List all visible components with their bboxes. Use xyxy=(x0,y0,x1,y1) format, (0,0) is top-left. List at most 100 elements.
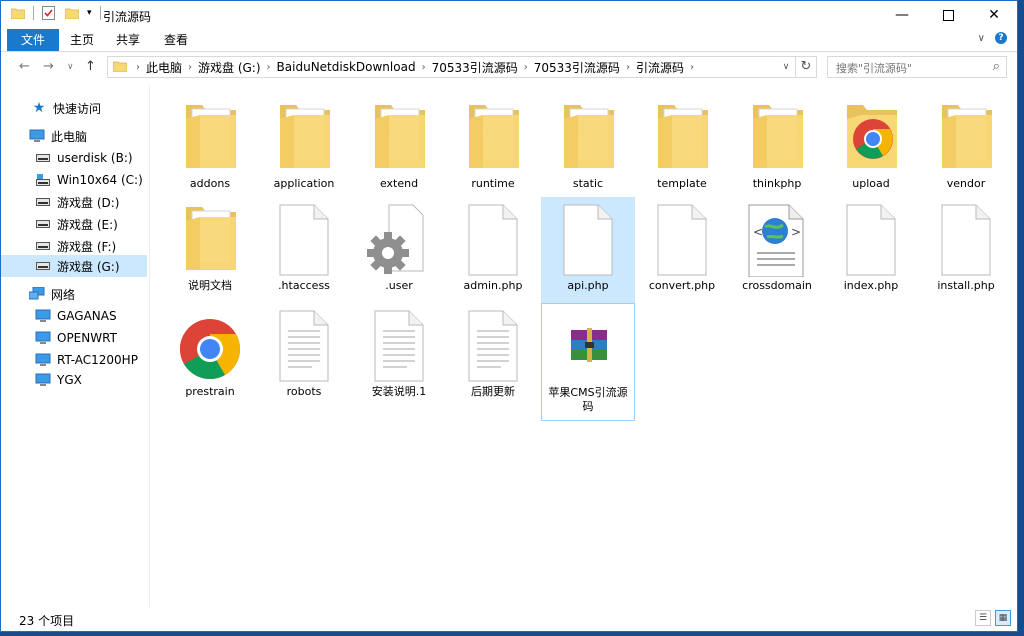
file-item[interactable]: 安装说明.1 xyxy=(352,303,446,409)
file-item[interactable]: static xyxy=(541,95,635,201)
file-item[interactable]: addons xyxy=(163,95,257,201)
file-item[interactable]: vendor xyxy=(919,95,1013,201)
chevron-right-icon[interactable]: › xyxy=(134,62,142,73)
file-name: api.php xyxy=(567,279,609,292)
address-bar[interactable]: › 此电脑 › 游戏盘 (G:) › BaiduNetdiskDownload … xyxy=(107,56,817,78)
settings-file-icon xyxy=(367,201,431,277)
svg-text:>: > xyxy=(791,225,801,239)
nav-item-drive-g[interactable]: 游戏盘 (G:) xyxy=(1,255,147,277)
explorer-window: ▾ 引流源码 — ✕ 文件 主页 共享 查看 ∨ ? ← → ∨ ↑ › 此电脑… xyxy=(0,0,1018,632)
nav-item-drive-f[interactable]: 游戏盘 (F:) xyxy=(1,235,147,257)
nav-item-this-pc[interactable]: 此电脑 xyxy=(1,125,147,147)
file-item[interactable]: admin.php xyxy=(446,197,540,303)
close-icon: ✕ xyxy=(988,7,1000,23)
file-name: 后期更新 xyxy=(471,385,515,398)
tab-share[interactable]: 共享 xyxy=(105,29,151,51)
large-icons-view-icon[interactable]: ▦ xyxy=(995,610,1011,626)
file-item[interactable]: thinkphp xyxy=(730,95,824,201)
file-item[interactable]: 后期更新 xyxy=(446,303,540,409)
expand-ribbon-icon[interactable]: ∨ xyxy=(978,33,985,44)
nav-item-label: 快速访问 xyxy=(53,101,102,116)
file-name: convert.php xyxy=(648,279,716,292)
nav-item-rt-ac1200hp[interactable]: RT-AC1200HP xyxy=(1,349,147,371)
chevron-right-icon[interactable]: › xyxy=(420,62,428,73)
file-item[interactable]: index.php xyxy=(824,197,918,303)
network-icon xyxy=(29,286,45,302)
close-button[interactable]: ✕ xyxy=(971,1,1017,29)
file-item[interactable]: 说明文档 xyxy=(163,197,257,303)
svg-text:<: < xyxy=(753,225,763,239)
properties-icon[interactable] xyxy=(42,6,55,20)
nav-item-quick-access[interactable]: ★ 快速访问 xyxy=(1,97,147,119)
breadcrumb-item[interactable]: 游戏盘 (G:) xyxy=(194,59,265,76)
file-item[interactable]: .user xyxy=(352,197,446,303)
recent-locations-icon[interactable]: ∨ xyxy=(67,62,74,72)
up-arrow-icon[interactable]: ↑ xyxy=(85,59,96,74)
file-item[interactable]: 苹果CMS引流源码 xyxy=(541,303,635,421)
file-name: thinkphp xyxy=(752,177,802,190)
nav-item-drive-c[interactable]: Win10x64 (C:) xyxy=(1,169,147,191)
file-name: admin.php xyxy=(463,279,523,292)
nav-item-drive-e[interactable]: 游戏盘 (E:) xyxy=(1,213,147,235)
breadcrumb-item[interactable]: 70533引流源码 xyxy=(530,59,624,76)
file-item[interactable]: template xyxy=(635,95,729,201)
chevron-down-icon[interactable]: ∨ xyxy=(777,62,795,72)
search-input[interactable] xyxy=(828,57,988,79)
file-name: runtime xyxy=(471,177,515,190)
maximize-button[interactable] xyxy=(925,1,971,29)
chevron-right-icon[interactable]: › xyxy=(265,62,273,73)
nav-item-drive-d[interactable]: 游戏盘 (D:) xyxy=(1,191,147,213)
help-icon[interactable]: ? xyxy=(995,32,1007,44)
file-item[interactable]: install.php xyxy=(919,197,1013,303)
folder-icon[interactable] xyxy=(11,7,25,19)
network-computer-icon xyxy=(35,330,51,346)
nav-item-gaganas[interactable]: GAGANAS xyxy=(1,305,147,327)
nav-item-openwrt[interactable]: OPENWRT xyxy=(1,327,147,349)
nav-item-drive-b[interactable]: userdisk (B:) xyxy=(1,147,147,169)
tab-file[interactable]: 文件 xyxy=(7,29,59,51)
file-name: vendor xyxy=(946,177,986,190)
file-item[interactable]: extend xyxy=(352,95,446,201)
file-item[interactable]: < > crossdomain xyxy=(730,197,824,303)
file-name: 苹果CMS引流源码 xyxy=(548,386,628,413)
breadcrumb-item[interactable]: 此电脑 xyxy=(142,59,186,76)
quick-access-toolbar: ▾ xyxy=(11,6,105,20)
text-file-icon xyxy=(461,307,525,383)
nav-item-label: YGX xyxy=(57,373,82,387)
file-item[interactable]: robots xyxy=(257,303,351,409)
file-item[interactable]: .htaccess xyxy=(257,197,351,303)
nav-item-network[interactable]: 网络 xyxy=(1,283,147,305)
breadcrumb-item[interactable]: BaiduNetdiskDownload xyxy=(273,60,420,74)
new-folder-icon[interactable] xyxy=(65,7,79,19)
forward-arrow-icon[interactable]: → xyxy=(43,59,54,74)
chevron-right-icon[interactable]: › xyxy=(522,62,530,73)
minimize-button[interactable]: — xyxy=(879,1,925,29)
nav-item-ygx[interactable]: YGX xyxy=(1,369,147,391)
folder-icon xyxy=(745,99,809,175)
chevron-right-icon[interactable]: › xyxy=(186,62,194,73)
chevron-right-icon[interactable]: › xyxy=(624,62,632,73)
blank-file-icon xyxy=(650,201,714,277)
breadcrumb-item[interactable]: 引流源码 xyxy=(632,59,688,76)
file-item[interactable]: runtime xyxy=(446,95,540,201)
winrar-archive-icon xyxy=(557,308,621,384)
folder-icon xyxy=(272,99,336,175)
file-item[interactable]: application xyxy=(257,95,351,201)
tab-home[interactable]: 主页 xyxy=(59,29,105,51)
file-item[interactable]: convert.php xyxy=(635,197,729,303)
file-item[interactable]: api.php xyxy=(541,197,635,303)
file-name: static xyxy=(572,177,604,190)
file-item[interactable]: prestrain xyxy=(163,303,257,409)
breadcrumb-item[interactable]: 70533引流源码 xyxy=(428,59,522,76)
system-drive-icon xyxy=(35,172,51,188)
details-view-icon[interactable]: ☰ xyxy=(975,610,991,626)
network-computer-icon xyxy=(35,352,51,368)
blank-file-icon xyxy=(839,201,903,277)
file-item[interactable]: upload xyxy=(824,95,918,201)
back-arrow-icon[interactable]: ← xyxy=(19,59,30,74)
search-icon[interactable]: ⌕ xyxy=(993,59,1000,74)
refresh-icon[interactable]: ↻ xyxy=(795,57,816,77)
chevron-right-icon[interactable]: › xyxy=(688,62,696,73)
tab-view[interactable]: 查看 xyxy=(153,29,199,51)
customize-toolbar-icon[interactable]: ▾ xyxy=(87,8,92,18)
